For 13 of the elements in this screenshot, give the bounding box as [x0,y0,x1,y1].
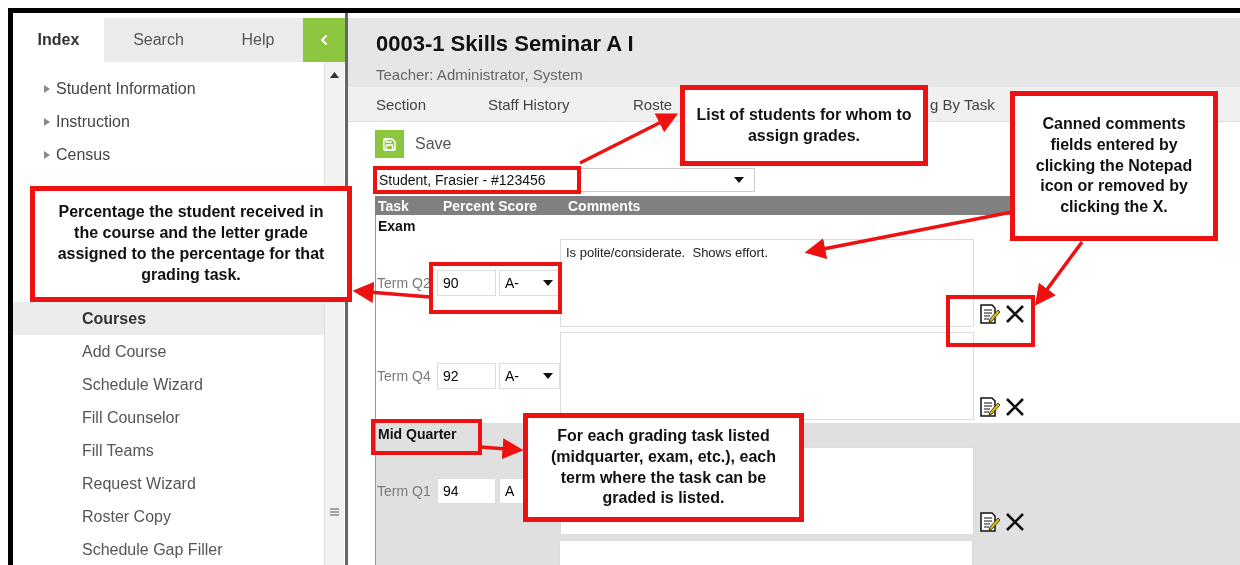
task-name: Mid Quarter [377,425,458,444]
teacher-label: Teacher: Administrator, System [376,66,584,83]
annotation-tooltip: Percentage the student received in the course and the letter grade assigned to the percentage for that grading task. [30,186,352,302]
column-header: Comments [567,197,642,214]
annotation-tooltip: Canned comments fields entered by clicking the Notepad icon or removed by clicking the X. [1010,91,1218,241]
annotation-tooltip: For each grading task listed (midquarter, exam, etc.), each term where the task can be graded is listed. [523,413,804,522]
task-name: Exam [377,217,417,236]
annotation-tooltip: List of students for whom to assign grades. [680,85,928,166]
term-label: Term Q4 [376,368,432,384]
page-title: 0003-1 Skills Seminar A I [376,31,635,57]
column-header: Task [377,197,410,214]
term-label: Term Q1 [376,483,432,499]
column-header: Percent Score [442,197,539,214]
